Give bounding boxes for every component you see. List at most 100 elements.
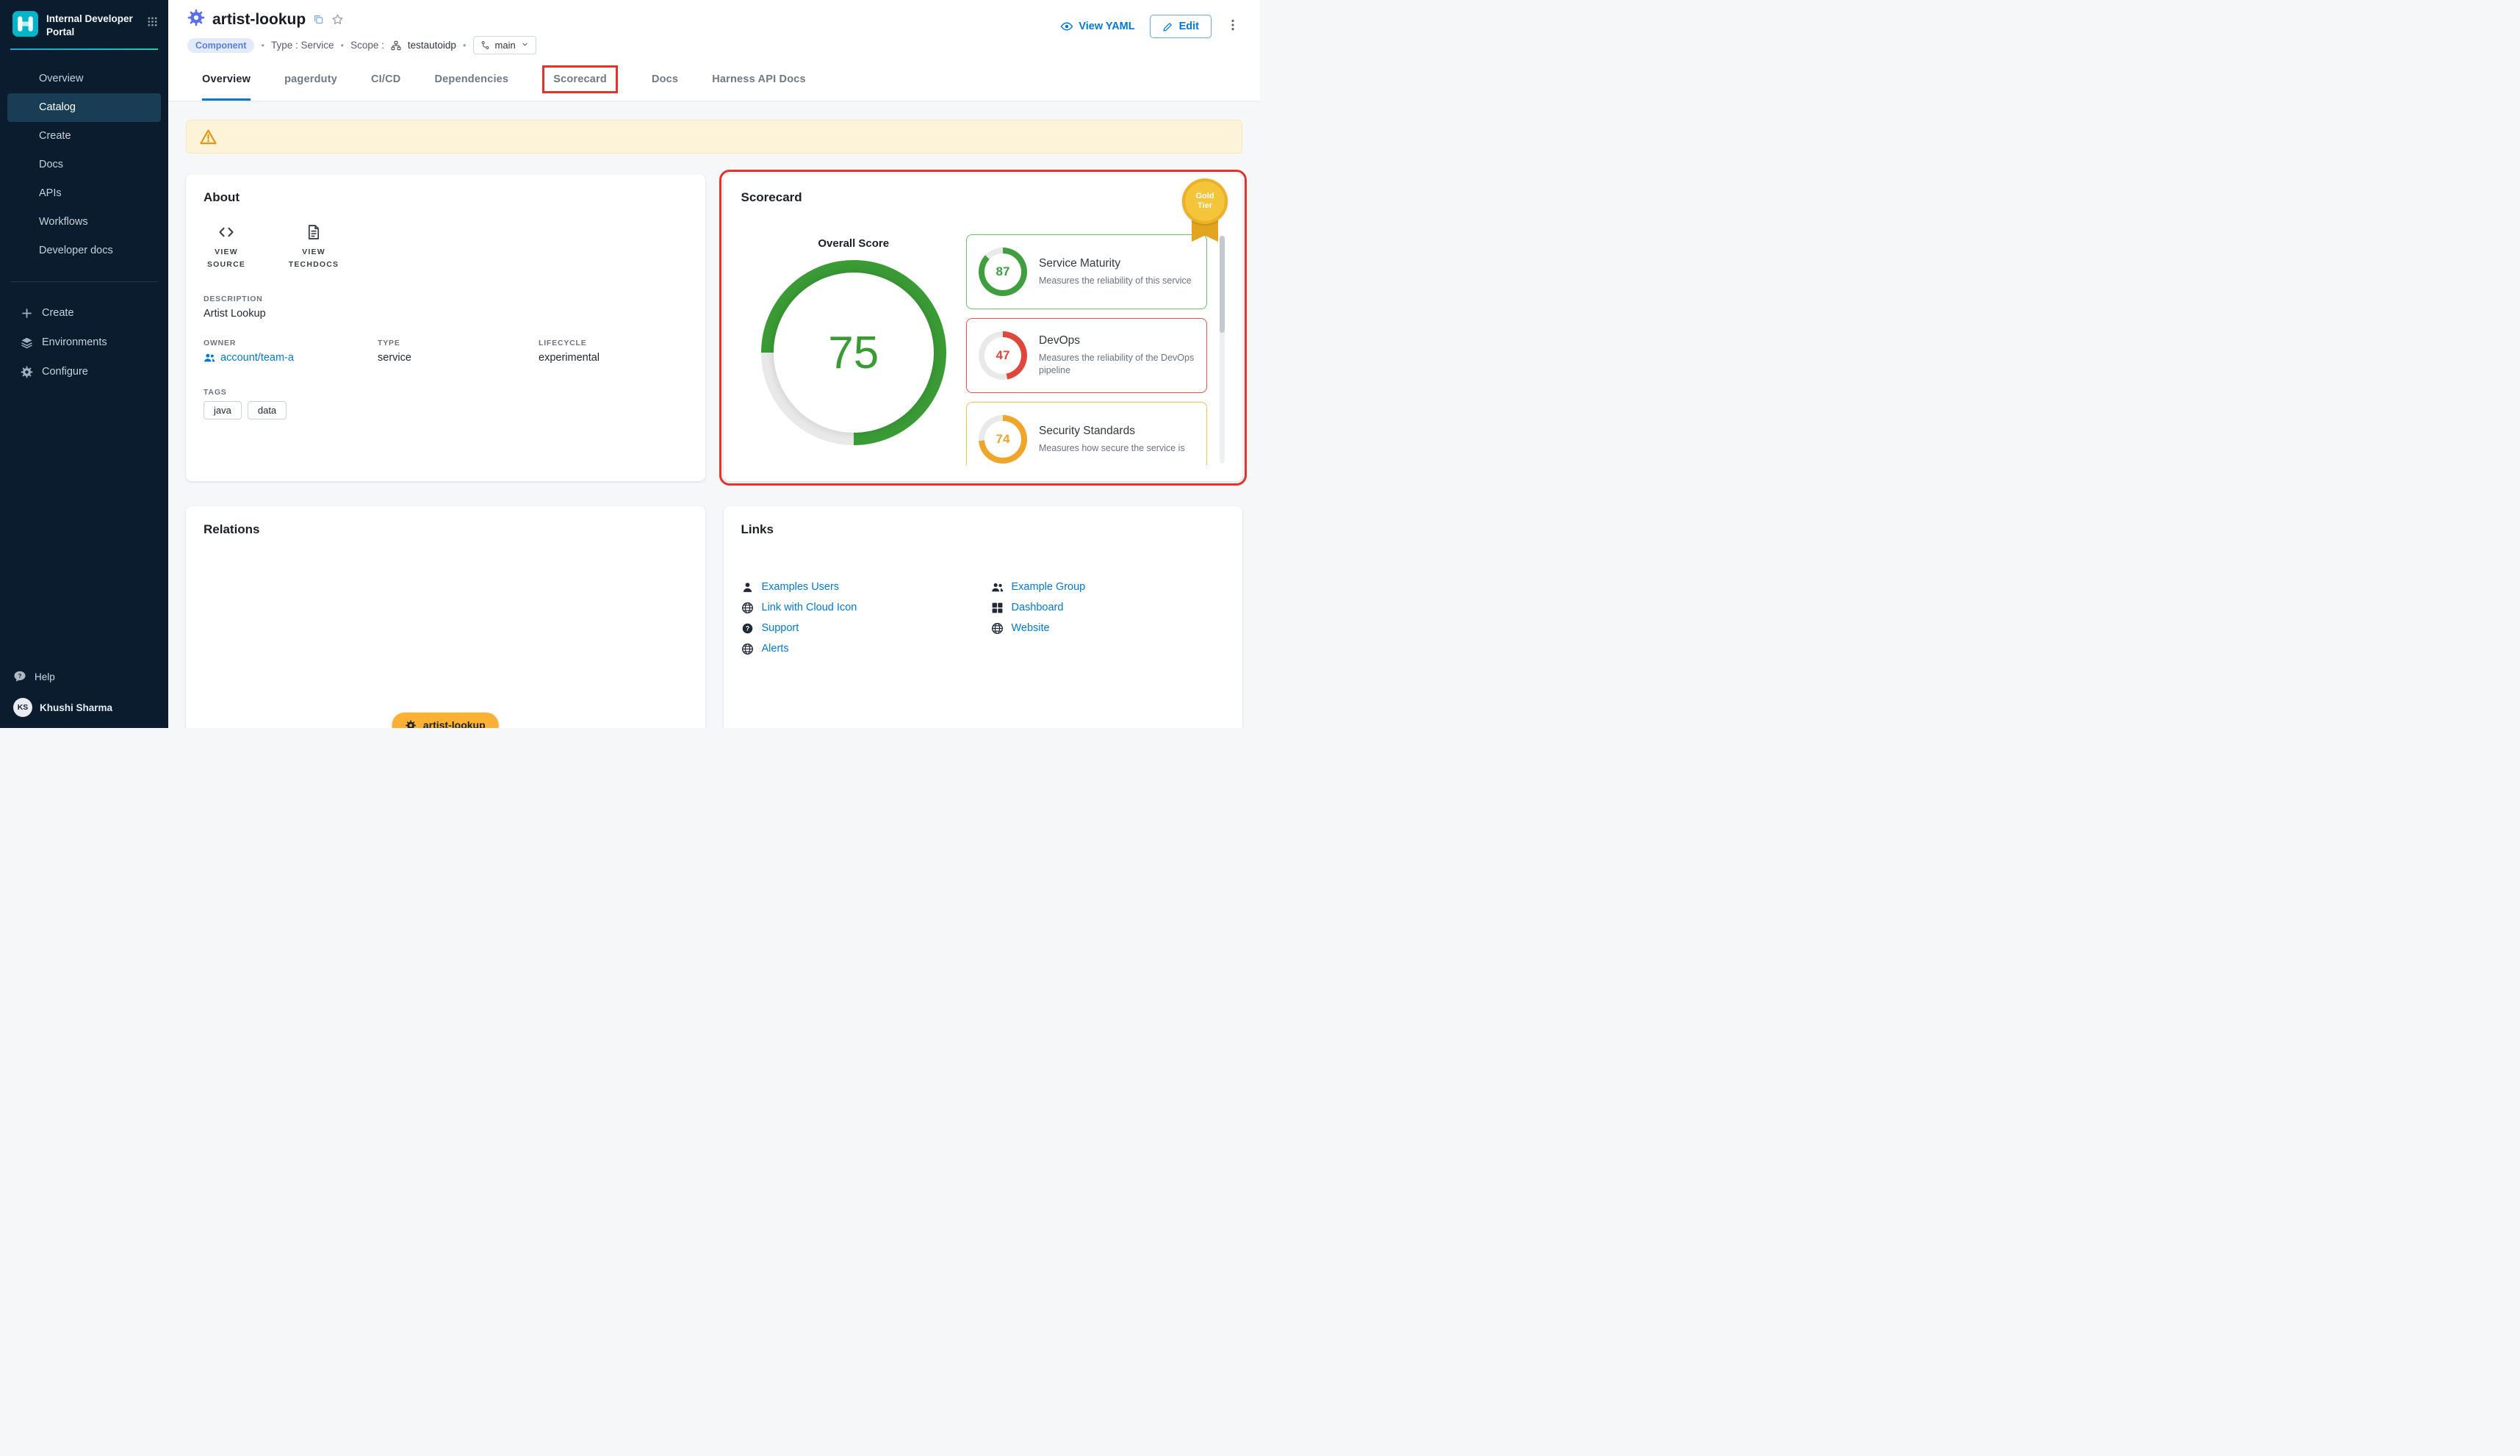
score-card-service-maturity[interactable]: 87 Service Maturity Measures the reliabi… [966,234,1207,309]
tab-overview[interactable]: Overview [202,58,251,101]
brand: Internal Developer Portal [0,0,168,46]
harness-logo-icon [12,10,39,37]
score-description: Measures the reliability of this service [1039,275,1192,287]
security-standards-gauge: 74 [979,415,1027,464]
gold-tier-badge: Gold Tier [1181,179,1228,249]
pencil-icon [1162,21,1173,32]
score-description: Measures how secure the service is [1039,442,1185,455]
tag-chips: java data [204,401,688,419]
type-field: TYPE service [378,339,539,367]
overall-score-gauge: 75 [761,260,946,445]
sidebar-action-create[interactable]: Create [0,298,168,328]
about-actions: VIEW SOURCE VIEW TECHDOCS [204,224,688,271]
link-website: Website [991,618,1225,638]
sidebar-item-docs[interactable]: Docs [7,151,161,179]
help-label: Help [35,671,55,682]
link-alerts: Alerts [741,638,991,659]
sidebar-item-create[interactable]: Create [7,122,161,151]
relations-card: Relations artist-lookup [186,506,705,728]
edit-button[interactable]: Edit [1150,15,1212,38]
gear-icon [406,720,417,729]
score-list: 87 Service Maturity Measures the reliabi… [966,234,1207,465]
kind-badge: Component [187,38,254,53]
cards-row-bottom: Relations artist-lookup Links [186,506,1242,728]
score-name: Service Maturity [1039,257,1192,270]
sidebar-item-apis[interactable]: APIs [7,179,161,208]
sidebar-item-overview[interactable]: Overview [7,65,161,93]
view-yaml-button[interactable]: View YAML [1060,20,1134,33]
help-bubble-icon [13,670,26,683]
tab-docs[interactable]: Docs [652,58,678,101]
sidebar-item-catalog[interactable]: Catalog [7,93,161,122]
page-title: artist-lookup [212,11,306,29]
brand-title: Internal Developer Portal [46,10,134,38]
links-column-2: Example Group Dashboard Website [991,577,1225,659]
description-value: Artist Lookup [204,308,688,320]
main-area: artist-lookup Component Type : Service S… [168,0,1260,728]
tab-bar: Overview pagerduty CI/CD Dependencies Sc… [168,58,1260,101]
plus-icon [21,307,33,320]
links-title: Links [741,522,1225,537]
score-card-security-standards[interactable]: 74 Security Standards Measures how secur… [966,402,1207,465]
link-dashboard: Dashboard [991,597,1225,618]
sidebar-action-label: Environments [42,336,107,348]
scorecard-layout: Overall Score 75 87 [741,209,1225,465]
owner-link[interactable]: account/team-a [204,352,294,364]
link-cloud-icon: Link with Cloud Icon [741,597,991,618]
tab-scorecard[interactable]: Scorecard [542,58,618,101]
users-icon [991,581,1004,594]
globe-icon [991,622,1004,635]
globe-icon [741,643,754,655]
sidebar-item-developer-docs[interactable]: Developer docs [7,237,161,265]
doc-icon [306,224,322,240]
entity-node-artist-lookup[interactable]: artist-lookup [392,713,499,728]
apps-grid-icon[interactable] [147,10,158,31]
view-source-label: VIEW SOURCE [204,246,249,271]
separator-dot [261,40,264,51]
copy-icon[interactable] [313,14,324,25]
cards-row-top: About VIEW SOURCE VIEW TECHDOCS DESCRIPT… [186,174,1242,480]
avatar: KS [13,698,32,717]
overall-score-label: Overall Score [818,237,889,250]
tab-cicd[interactable]: CI/CD [371,58,400,101]
score-description: Measures the reliability of the DevOps p… [1039,352,1195,377]
gold-tier-rosette: Gold Tier [1182,179,1228,224]
score-card-devops[interactable]: 47 DevOps Measures the reliability of th… [966,318,1207,393]
sidebar-action-configure[interactable]: Configure [0,357,168,386]
gear-icon [21,366,33,378]
sidebar-action-environments[interactable]: Environments [0,328,168,357]
view-source-button[interactable]: VIEW SOURCE [204,224,249,271]
users-icon [204,352,215,364]
link-example-group: Example Group [991,577,1225,597]
user-name: Khushi Sharma [40,702,112,713]
kebab-menu-icon[interactable] [1226,18,1239,35]
entity-meta-row: Component Type : Service Scope : testaut… [187,36,536,54]
scorecard-card: Gold Tier Scorecard Overall Score 75 [724,174,1243,481]
warning-banner [186,120,1242,154]
score-name: DevOps [1039,334,1195,347]
layers-icon [21,336,33,349]
type-value: service [378,352,539,364]
sidebar-item-workflows[interactable]: Workflows [7,208,161,237]
header-actions: View YAML Edit [1060,10,1239,43]
star-icon[interactable] [331,13,344,26]
help-button[interactable]: Help [13,662,155,691]
view-yaml-label: View YAML [1079,21,1134,32]
branch-select[interactable]: main [473,36,536,54]
link-examples-users: Examples Users [741,577,991,597]
tab-dependencies[interactable]: Dependencies [434,58,508,101]
tab-pagerduty[interactable]: pagerduty [284,58,337,101]
code-icon [218,224,234,240]
owner-label: OWNER [204,339,378,347]
scrollbar-thumb[interactable] [1220,236,1225,333]
user-menu[interactable]: KS Khushi Sharma [13,691,155,724]
user-icon [741,581,754,594]
globe-icon [741,602,754,614]
branch-value: main [495,40,516,51]
separator-dot [463,40,467,51]
description-label: DESCRIPTION [204,295,688,303]
component-gear-icon [187,9,205,30]
view-techdocs-button[interactable]: VIEW TECHDOCS [283,224,345,271]
sidebar-action-label: Configure [42,366,88,378]
tab-harness-api-docs[interactable]: Harness API Docs [712,58,806,101]
